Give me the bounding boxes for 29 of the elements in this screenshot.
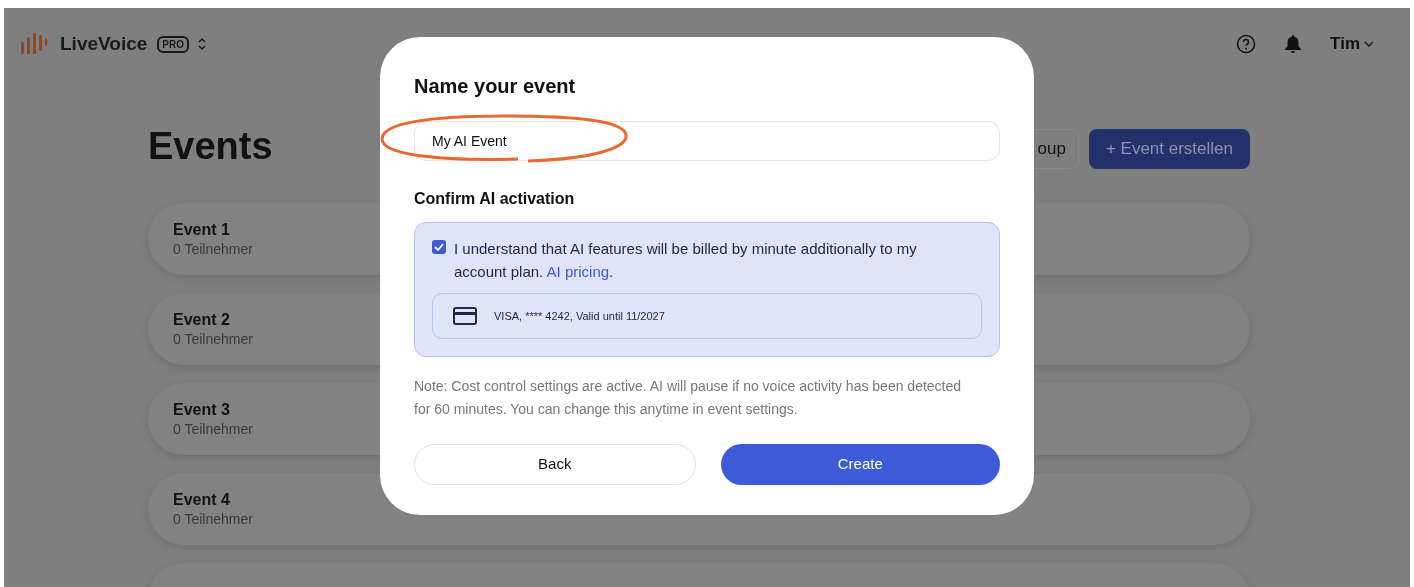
event-name: Event 1 <box>173 220 230 240</box>
chevron-up-down-icon[interactable] <box>197 36 207 52</box>
create-button[interactable]: Create <box>720 444 1000 485</box>
participant-count: 0 Teilnehmer <box>173 510 253 528</box>
participant-count: 0 Teilnehmer <box>173 330 253 348</box>
create-event-button[interactable]: + Event erstellen <box>1088 129 1250 169</box>
user-menu[interactable]: Tim <box>1330 31 1374 57</box>
section-title: Confirm AI activation <box>414 189 576 209</box>
event-name: Event 3 <box>173 400 230 420</box>
logo-icon <box>20 32 48 56</box>
event-name-field[interactable]: My AI Event <box>414 121 1000 161</box>
notification-bell-icon[interactable] <box>1284 34 1303 54</box>
credit-card-icon <box>453 307 477 325</box>
dialog-title: Name your event <box>414 74 577 99</box>
consent-checkbox[interactable] <box>432 240 446 254</box>
page-title: Events <box>148 123 273 169</box>
ai-pricing-link[interactable]: AI pricing <box>546 263 610 280</box>
app-name: LiveVoice <box>60 31 148 56</box>
participant-count: 0 Teilnehmer <box>173 240 253 258</box>
consent-text: I understand that AI features will be billed by minute additionally to my account plan. AI pricing. <box>454 239 918 282</box>
plan-badge: PRO <box>157 35 189 53</box>
help-icon[interactable] <box>1236 34 1257 54</box>
chevron-down-icon <box>1364 41 1374 47</box>
payment-method-text: VISA, **** 4242, Valid until 11/2027 <box>494 308 665 324</box>
event-name: Event 2 <box>173 310 230 330</box>
cost-control-note: Note: Cost control settings are active. AI will pause if no voice activity has been detected for 60 minutes. You can change this anytime in event settings. <box>414 377 963 419</box>
back-button[interactable]: Back <box>414 444 696 485</box>
event-name: Event 4 <box>173 490 230 510</box>
participant-count: 0 Teilnehmer <box>173 420 253 438</box>
